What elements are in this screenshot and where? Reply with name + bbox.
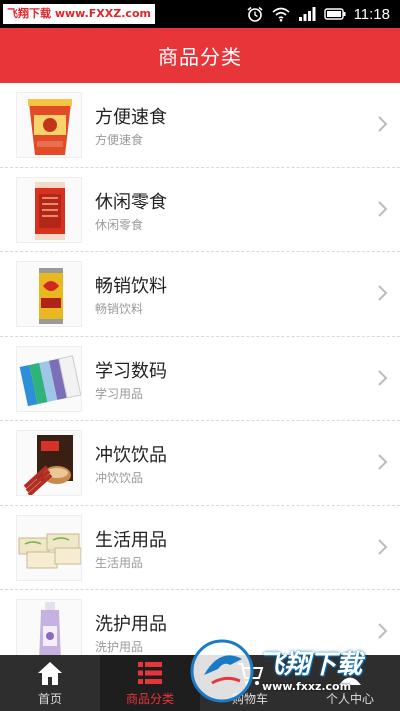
watermark-url: www.fxxz.com: [262, 680, 352, 693]
category-subtitle: 洗护用品: [95, 640, 144, 654]
snack-bag-icon: [35, 181, 65, 240]
category-subtitle: 冲饮饮品: [95, 471, 144, 485]
category-subtitle: 生活用品: [95, 555, 144, 570]
category-thumbnail: [16, 261, 82, 327]
tissue-boxes-icon: [18, 533, 81, 568]
chevron-right-icon: [378, 454, 388, 470]
category-item-snacks[interactable]: 休闲零食 休闲零食: [0, 168, 400, 252]
watermark-top: 飞翔下载 www.FXXZ.com: [3, 4, 155, 24]
status-icons: 11:18: [246, 0, 390, 28]
category-title: 方便速食: [95, 107, 167, 128]
chevron-right-icon: [378, 369, 388, 386]
category-subtitle: 畅销饮料: [95, 302, 144, 316]
list-icon: [138, 662, 162, 684]
instant-noodle-icon: [28, 99, 72, 155]
nav-label: 商品分类: [125, 692, 174, 706]
lotion-bottle-icon: [39, 602, 61, 655]
notebooks-icon: [19, 354, 81, 406]
category-item-instant-food[interactable]: 方便速食 方便速食: [0, 83, 400, 168]
category-list: 方便速食 方便速食 休闲零食 休闲零食 畅销饮料 畅销饮料 学习数码 学习用品 …: [0, 83, 400, 655]
coffee-pack-icon: [23, 435, 73, 495]
signal-icon: [298, 7, 316, 21]
alarm-icon: [247, 6, 263, 22]
category-title: 畅销饮料: [95, 276, 167, 297]
nav-categories[interactable]: 商品分类: [100, 655, 200, 711]
category-title: 冲饮饮品: [95, 445, 167, 466]
category-subtitle: 方便速食: [95, 133, 144, 147]
home-icon: [38, 662, 62, 685]
category-title: 生活用品: [95, 529, 167, 551]
category-thumbnail: [16, 92, 82, 158]
chevron-right-icon: [378, 200, 388, 217]
category-title: 休闲零食: [95, 191, 167, 213]
category-item-beverages[interactable]: 冲饮饮品 冲饮饮品: [0, 421, 400, 506]
chevron-right-icon: [378, 116, 388, 132]
category-title: 学习数码: [95, 360, 167, 382]
category-item-drinks[interactable]: 畅销饮料 畅销饮料: [0, 252, 400, 337]
chevron-right-icon: [378, 623, 388, 639]
category-thumbnail: [16, 514, 82, 581]
category-thumbnail: [16, 599, 82, 655]
category-item-daily-goods[interactable]: 生活用品 生活用品: [0, 506, 400, 590]
category-subtitle: 学习用品: [95, 386, 144, 401]
watermark-logo-text: 飞翔下载: [258, 650, 363, 680]
category-item-study-digital[interactable]: 学习数码 学习用品: [0, 337, 400, 421]
category-thumbnail: [16, 430, 82, 496]
status-time: 11:18: [353, 5, 390, 23]
drink-can-icon: [39, 268, 63, 324]
nav-label: 首页: [37, 692, 62, 706]
category-title: 洗护用品: [95, 614, 167, 635]
category-thumbnail: [16, 176, 82, 243]
nav-home[interactable]: 首页: [0, 655, 100, 711]
chevron-right-icon: [378, 285, 388, 301]
category-subtitle: 休闲零食: [95, 217, 144, 232]
page-title: 商品分类: [158, 45, 242, 69]
category-thumbnail: [16, 345, 82, 412]
status-bar: 飞翔下载 www.FXXZ.com 11:18: [0, 0, 400, 28]
wifi-icon: [272, 7, 290, 22]
battery-icon: [323, 8, 346, 20]
header-bar: 商品分类: [0, 28, 400, 83]
chevron-right-icon: [378, 538, 388, 555]
